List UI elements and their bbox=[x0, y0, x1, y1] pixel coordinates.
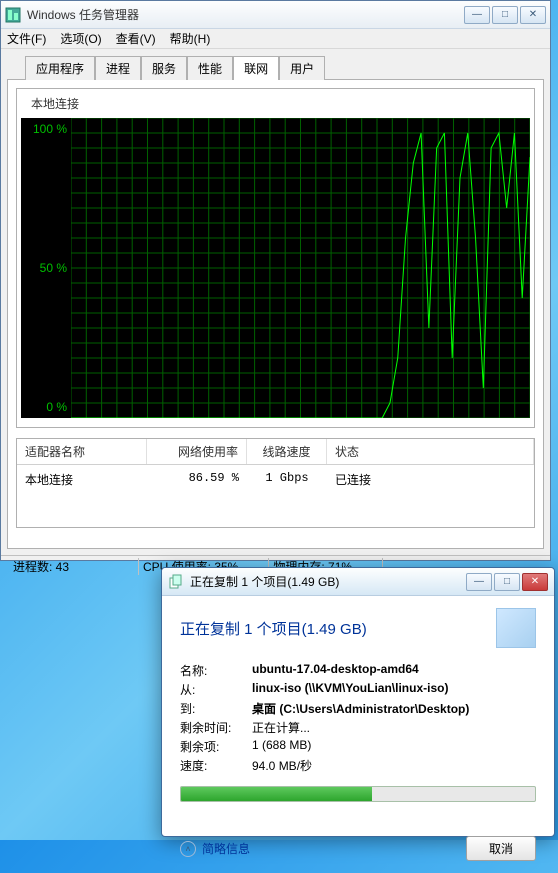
copy-details: 名称: ubuntu-17.04-desktop-amd64 从: linux-… bbox=[180, 662, 536, 774]
th-usage[interactable]: 网络使用率 bbox=[147, 439, 247, 464]
copy-destination-icon bbox=[496, 608, 536, 648]
td-usage: 86.59 % bbox=[147, 469, 247, 490]
status-processes: 进程数: 43 bbox=[9, 558, 139, 575]
copy-close-button[interactable]: ✕ bbox=[522, 573, 548, 591]
chart-canvas bbox=[71, 118, 530, 418]
copy-heading: 正在复制 1 个项目(1.49 GB) bbox=[180, 618, 496, 639]
tab-strip: 应用程序 进程 服务 性能 联网 用户 bbox=[1, 49, 550, 79]
value-to: 桌面 (C:\Users\Administrator\Desktop) bbox=[252, 700, 536, 717]
tab-performance[interactable]: 性能 bbox=[187, 56, 233, 80]
copy-icon bbox=[168, 574, 184, 590]
copy-body: 正在复制 1 个项目(1.49 GB) 名称: ubuntu-17.04-des… bbox=[162, 596, 554, 828]
copy-maximize-button[interactable]: □ bbox=[494, 573, 520, 591]
network-chart-box: 本地连接 100 % 50 % 0 % bbox=[16, 88, 535, 428]
progress-bar-container bbox=[180, 786, 536, 802]
close-button[interactable]: ✕ bbox=[520, 6, 546, 24]
details-toggle[interactable]: ˄ 简略信息 bbox=[180, 840, 250, 857]
tab-processes[interactable]: 进程 bbox=[95, 56, 141, 80]
td-speed: 1 Gbps bbox=[247, 469, 327, 490]
label-time-left: 剩余时间: bbox=[180, 719, 252, 736]
details-toggle-label: 简略信息 bbox=[202, 840, 250, 857]
menu-view[interactable]: 查看(V) bbox=[116, 30, 156, 47]
y-label-100: 100 % bbox=[33, 122, 67, 136]
menu-options[interactable]: 选项(O) bbox=[60, 30, 101, 47]
th-state[interactable]: 状态 bbox=[327, 439, 534, 464]
copy-heading-row: 正在复制 1 个项目(1.49 GB) bbox=[180, 608, 536, 648]
td-state: 已连接 bbox=[327, 469, 534, 490]
chart-title: 本地连接 bbox=[21, 93, 530, 114]
task-manager-titlebar[interactable]: Windows 任务管理器 — □ ✕ bbox=[1, 1, 550, 29]
value-time-left: 正在计算... bbox=[252, 719, 536, 736]
label-items-left: 剩余项: bbox=[180, 738, 252, 755]
y-label-50: 50 % bbox=[40, 261, 67, 275]
chevron-up-icon: ˄ bbox=[180, 841, 196, 857]
copy-window-title: 正在复制 1 个项目(1.49 GB) bbox=[190, 573, 466, 590]
minimize-button[interactable]: — bbox=[464, 6, 490, 24]
tab-applications[interactable]: 应用程序 bbox=[25, 56, 95, 80]
menu-file[interactable]: 文件(F) bbox=[7, 30, 46, 47]
label-from: 从: bbox=[180, 681, 252, 698]
th-speed[interactable]: 线路速度 bbox=[247, 439, 327, 464]
menu-help[interactable]: 帮助(H) bbox=[170, 30, 211, 47]
table-row[interactable]: 本地连接 86.59 % 1 Gbps 已连接 bbox=[17, 465, 534, 494]
copy-dialog-window: 正在复制 1 个项目(1.49 GB) — □ ✕ 正在复制 1 个项目(1.4… bbox=[161, 567, 555, 837]
label-speed: 速度: bbox=[180, 757, 252, 774]
tab-content: 本地连接 100 % 50 % 0 % 适配器名称 网络使用率 bbox=[7, 79, 544, 549]
tab-networking[interactable]: 联网 bbox=[233, 56, 279, 80]
chart-area: 100 % 50 % 0 % bbox=[21, 118, 530, 418]
copy-window-controls: — □ ✕ bbox=[466, 573, 548, 591]
value-name: ubuntu-17.04-desktop-amd64 bbox=[252, 662, 536, 679]
label-to: 到: bbox=[180, 700, 252, 717]
chart-y-axis: 100 % 50 % 0 % bbox=[21, 118, 71, 418]
value-items-left: 1 (688 MB) bbox=[252, 738, 536, 755]
th-adapter[interactable]: 适配器名称 bbox=[17, 439, 147, 464]
menubar: 文件(F) 选项(O) 查看(V) 帮助(H) bbox=[1, 29, 550, 49]
task-manager-icon bbox=[5, 7, 21, 23]
value-speed: 94.0 MB/秒 bbox=[252, 757, 536, 774]
table-header: 适配器名称 网络使用率 线路速度 状态 bbox=[17, 439, 534, 465]
adapter-table: 适配器名称 网络使用率 线路速度 状态 本地连接 86.59 % 1 Gbps … bbox=[16, 438, 535, 528]
tab-users[interactable]: 用户 bbox=[279, 56, 325, 80]
window-title: Windows 任务管理器 bbox=[27, 6, 464, 23]
y-label-0: 0 % bbox=[46, 400, 67, 414]
td-adapter: 本地连接 bbox=[17, 469, 147, 490]
value-from: linux-iso (\\KVM\YouLian\linux-iso) bbox=[252, 681, 536, 698]
copy-titlebar[interactable]: 正在复制 1 个项目(1.49 GB) — □ ✕ bbox=[162, 568, 554, 596]
maximize-button[interactable]: □ bbox=[492, 6, 518, 24]
window-controls: — □ ✕ bbox=[464, 6, 546, 24]
copy-minimize-button[interactable]: — bbox=[466, 573, 492, 591]
tab-services[interactable]: 服务 bbox=[141, 56, 187, 80]
copy-footer: ˄ 简略信息 取消 bbox=[162, 828, 554, 873]
label-name: 名称: bbox=[180, 662, 252, 679]
progress-bar-fill bbox=[181, 787, 372, 801]
task-manager-window: Windows 任务管理器 — □ ✕ 文件(F) 选项(O) 查看(V) 帮助… bbox=[0, 0, 551, 561]
